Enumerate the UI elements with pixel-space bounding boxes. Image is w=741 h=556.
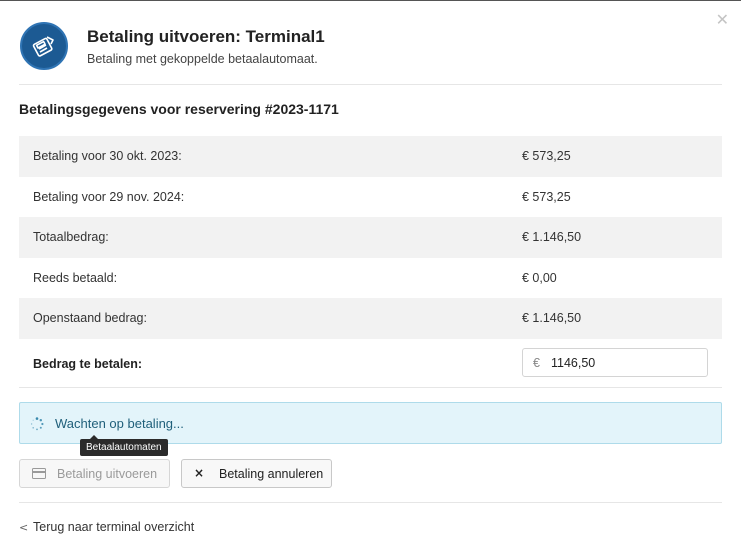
table-row: Betaling voor 29 nov. 2024: € 573,25 [19,177,722,218]
divider [19,84,722,85]
row-label: Betaling voor 30 okt. 2023: [33,149,182,163]
row-value: € 1.146,50 [522,230,582,244]
execute-payment-button[interactable]: Betaling uitvoeren [19,459,170,488]
row-value: € 1.146,50 [522,311,582,325]
payment-terminal-icon [20,22,68,70]
credit-card-icon [32,468,46,482]
table-row: Totaalbedrag: € 1.146,50 [19,217,722,258]
execute-payment-label: Betaling uitvoeren [57,467,158,481]
status-message: Wachten op betaling... [55,416,184,431]
currency-symbol: € [533,356,540,370]
tooltip: Betaalautomaten [80,435,168,456]
section-title: Betalingsgegevens voor reservering #2023… [19,101,339,117]
payment-details-table: Betaling voor 30 okt. 2023: € 573,25 Bet… [19,136,722,339]
spinner-icon [30,417,44,436]
row-label: Betaling voor 29 nov. 2024: [33,189,185,204]
cancel-payment-button[interactable]: × Betaling annuleren [181,459,332,488]
table-row: Betaling voor 30 okt. 2023: € 573,25 [19,136,722,177]
cancel-payment-label: Betaling annuleren [219,467,324,481]
row-label: Totaalbedrag: [33,230,109,244]
close-icon: × [194,466,205,480]
dialog-subtitle: Betaling met gekoppelde betaalautomaat. [87,52,318,66]
back-to-terminal-overview-link[interactable]: < Terug naar terminal overzicht [19,520,194,534]
amount-input[interactable] [551,352,701,373]
dialog-title: Betaling uitvoeren: Terminal1 [87,27,325,46]
payment-dialog: ✕ Betaling uitvoeren: Terminal1 Betaling… [0,0,741,556]
back-link-label: Terug naar terminal overzicht [33,520,195,534]
status-alert: Wachten op betaling... [19,402,722,444]
amount-field[interactable]: € [522,348,708,377]
row-value: € 0,00 [522,270,557,285]
divider [19,502,722,503]
table-row: Openstaand bedrag: € 1.146,50 [19,298,722,339]
chevron-left-icon: < [19,521,29,534]
row-value: € 573,25 [522,149,571,163]
row-value: € 573,25 [522,189,571,204]
table-row: Reeds betaald: € 0,00 [19,258,722,299]
row-label: Openstaand bedrag: [33,311,147,325]
dialog-header: Betaling uitvoeren: Terminal1 Betaling m… [20,22,720,70]
amount-to-pay-label: Bedrag te betalen: [33,357,143,371]
amount-to-pay-row: Bedrag te betalen: € [19,340,722,388]
row-label: Reeds betaald: [33,270,118,285]
